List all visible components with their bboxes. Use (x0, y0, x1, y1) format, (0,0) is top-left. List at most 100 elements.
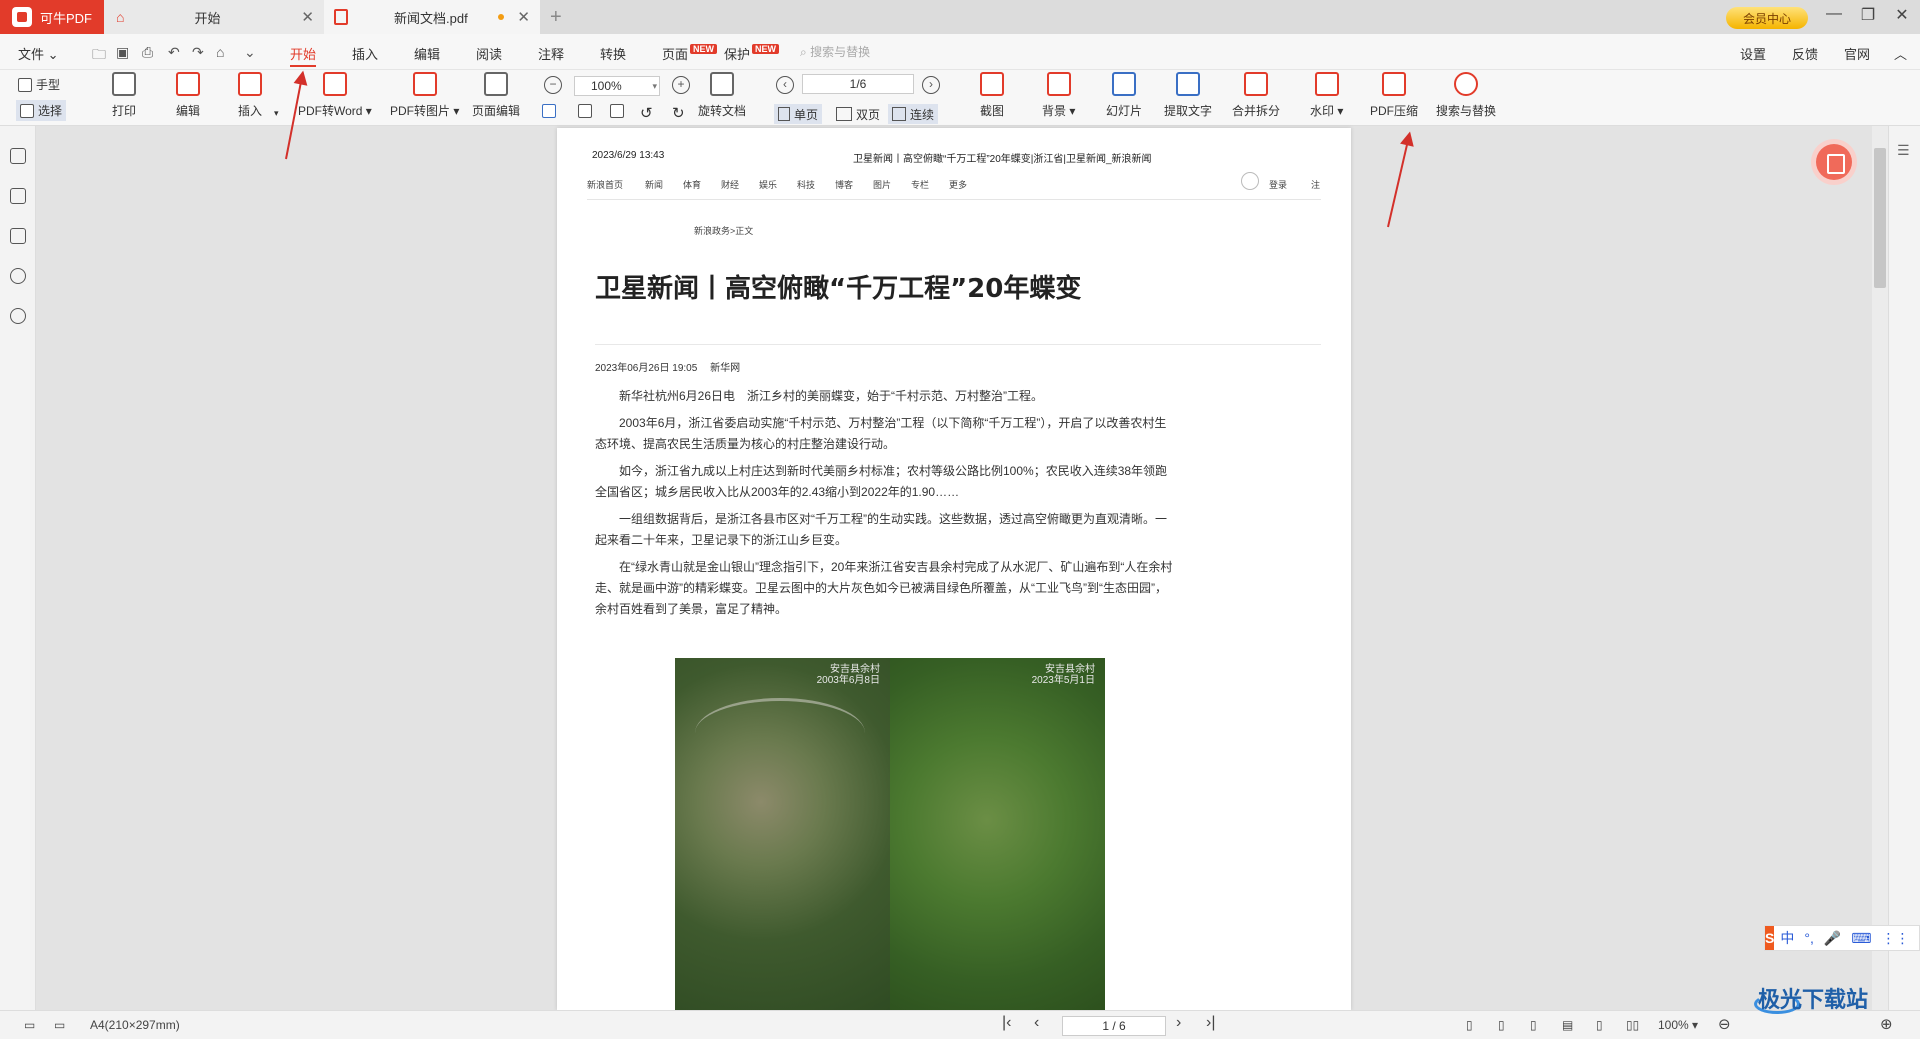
pdf-to-word-button[interactable]: PDF转Word ▾ (298, 72, 372, 119)
status-zoom-value[interactable]: 100% ▾ (1658, 1018, 1698, 1032)
nav-item[interactable]: 体育 (683, 178, 701, 191)
tab-edit[interactable]: 编辑 (414, 44, 440, 63)
nav-item[interactable]: 专栏 (911, 178, 929, 191)
print-button[interactable]: 打印 (112, 72, 136, 119)
minimize-icon[interactable]: — (1822, 5, 1846, 23)
nav-register[interactable]: 注 (1311, 178, 1320, 191)
bookmark-icon[interactable] (10, 148, 26, 164)
nav-item[interactable]: 博客 (835, 178, 853, 191)
status-page-input[interactable]: 1 / 6 (1062, 1016, 1166, 1036)
vertical-scrollbar[interactable] (1872, 126, 1888, 1010)
nav-item[interactable]: 财经 (721, 178, 739, 191)
rotate-left-icon[interactable]: ↺ (640, 104, 653, 122)
single-view-icon[interactable]: ▯ (1466, 1018, 1473, 1032)
more-chevron-icon[interactable]: ⌄ (244, 44, 256, 61)
microphone-icon[interactable]: 🎤 (1824, 930, 1841, 947)
attachment-icon[interactable] (10, 308, 26, 324)
tab-page[interactable]: 页面 NEW (662, 44, 718, 63)
menu-file[interactable]: 文件 ⌄ (18, 44, 59, 63)
zoom-out-icon[interactable]: ⊖ (1718, 1015, 1731, 1033)
watermark-button[interactable]: 水印 ▾ (1310, 72, 1343, 119)
print-icon[interactable]: ⎙ (142, 44, 153, 61)
select-tool-button[interactable]: 选择 (16, 100, 67, 121)
redo-icon[interactable]: ↷ (192, 44, 204, 61)
vip-center-button[interactable]: 会员中心 (1726, 7, 1808, 29)
prev-page-icon[interactable]: ‹ (776, 76, 794, 94)
tab-insert[interactable]: 插入 (352, 44, 378, 63)
nav-item[interactable]: 图片 (873, 178, 891, 191)
close-icon[interactable]: ✕ (301, 8, 314, 26)
last-page-icon[interactable]: ›| (1206, 1014, 1215, 1032)
first-page-icon[interactable]: |‹ (1002, 1014, 1011, 1032)
two-page-view-icon[interactable]: ▯▯ (1626, 1018, 1639, 1032)
nav-item[interactable]: 科技 (797, 178, 815, 191)
nav-login[interactable]: 登录 (1269, 178, 1287, 191)
scroll-thumb[interactable] (1874, 148, 1886, 288)
nav-item[interactable]: 娱乐 (759, 178, 777, 191)
insert-dropdown-icon[interactable]: ▾ (274, 108, 279, 119)
single-page-button[interactable]: 单页 (774, 104, 823, 124)
zoom-out-icon[interactable]: − (544, 76, 562, 94)
page-prev-small-icon[interactable]: ▭ (24, 1018, 35, 1032)
tab-read[interactable]: 阅读 (476, 44, 502, 63)
fit-page-icon[interactable] (542, 104, 560, 118)
keyboard-icon[interactable]: ⌨ (1851, 930, 1871, 947)
close-icon[interactable]: ✕ (517, 8, 530, 26)
ime-menu-icon[interactable]: ⋮⋮ (1882, 930, 1910, 947)
tab-start[interactable]: 开始 (290, 44, 317, 67)
fit-width-icon[interactable] (578, 104, 596, 118)
pdf-to-image-button[interactable]: PDF转图片 ▾ (390, 72, 459, 119)
tab-protect[interactable]: 保护 NEW (724, 44, 780, 63)
background-button[interactable]: 背景 ▾ (1042, 72, 1075, 119)
pdf-compress-button[interactable]: PDF压缩 (1370, 72, 1418, 119)
home-shortcut-icon[interactable]: ⌂ (216, 44, 224, 60)
rotate-right-icon[interactable]: ↻ (672, 104, 685, 122)
nav-item[interactable]: 新闻 (645, 178, 663, 191)
open-folder-icon[interactable]: 🗀 (92, 44, 106, 68)
page-edit-button[interactable]: 页面编辑 (472, 72, 520, 119)
actual-view-icon[interactable]: ▯ (1530, 1018, 1537, 1032)
next-page-icon[interactable]: › (1176, 1014, 1181, 1032)
zoom-in-icon[interactable]: ⊕ (1880, 1015, 1893, 1033)
search-replace-button[interactable]: 搜索与替换 (1436, 72, 1496, 119)
menu-website[interactable]: 官网 (1844, 44, 1870, 63)
zoom-in-icon[interactable]: + (672, 76, 690, 94)
collapse-ribbon-icon[interactable]: ︿ (1894, 44, 1907, 63)
new-tab-plus-icon[interactable]: + (550, 6, 562, 29)
next-page-icon[interactable]: › (922, 76, 940, 94)
search-icon[interactable] (10, 268, 26, 284)
prev-page-icon[interactable]: ‹ (1034, 1014, 1039, 1032)
undo-icon[interactable]: ↶ (168, 44, 180, 61)
ime-chinese-mode[interactable]: 中 (1780, 928, 1794, 948)
close-window-icon[interactable]: ✕ (1890, 5, 1914, 25)
double-page-button[interactable]: 双页 (832, 104, 884, 124)
rotate-document-button[interactable]: 旋转文档 (698, 72, 746, 119)
page-next-small-icon[interactable]: ▭ (54, 1018, 65, 1032)
settings-sliders-icon[interactable]: ☰ (1897, 142, 1910, 159)
menu-settings[interactable]: 设置 (1740, 44, 1766, 63)
slideshow-button[interactable]: 幻灯片 (1106, 72, 1142, 119)
edit-button[interactable]: 编辑 (176, 72, 200, 119)
app-tab[interactable]: 可牛PDF (0, 0, 104, 34)
merge-split-button[interactable]: 合并拆分 (1232, 72, 1280, 119)
extract-text-button[interactable]: 提取文字 (1164, 72, 1212, 119)
page-input[interactable]: 1/6 (802, 74, 914, 94)
page-view-icon[interactable]: ▯ (1596, 1018, 1603, 1032)
nav-item[interactable]: 更多 (949, 178, 967, 191)
menu-feedback[interactable]: 反馈 (1792, 44, 1818, 63)
nav-item[interactable]: 新浪首页 (587, 178, 623, 191)
user-avatar-icon[interactable] (1241, 172, 1259, 190)
comments-icon[interactable] (10, 228, 26, 244)
tab-document[interactable]: 新闻文档.pdf ✕ (324, 0, 540, 34)
thumbnails-icon[interactable] (10, 188, 26, 204)
insert-button[interactable]: 插入 (238, 72, 262, 119)
actual-size-icon[interactable] (610, 104, 628, 118)
continuous-view-icon[interactable]: ▤ (1562, 1018, 1573, 1032)
restore-icon[interactable]: ❐ (1856, 5, 1880, 25)
tab-home[interactable]: ⌂ 开始 ✕ (104, 0, 324, 34)
sogou-logo-icon[interactable]: S (1765, 926, 1775, 950)
continuous-button[interactable]: 连续 (888, 104, 939, 124)
screenshot-button[interactable]: 截图 (980, 72, 1004, 119)
search-replace-input[interactable]: ⌕ 搜索与替换 (800, 43, 870, 60)
fit-view-icon[interactable]: ▯ (1498, 1018, 1505, 1032)
